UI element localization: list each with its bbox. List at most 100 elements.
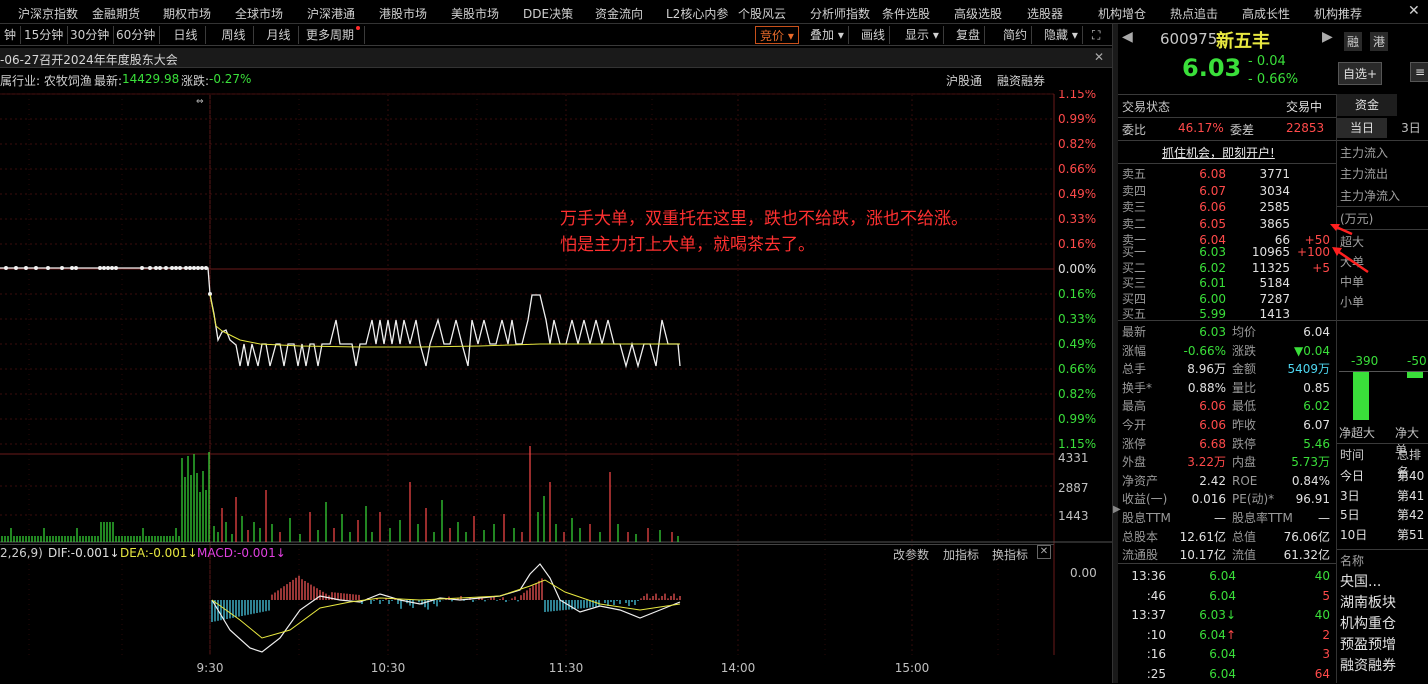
period-more[interactable]: 更多周期 xyxy=(302,26,366,44)
fullscreen-icon[interactable]: ⛶ xyxy=(1088,26,1104,44)
hide-label: 隐藏 xyxy=(1044,28,1069,42)
menu-item-options[interactable]: 期权市场 xyxy=(163,5,211,22)
close-macd-icon[interactable]: ✕ xyxy=(1037,545,1051,559)
margin-tag[interactable]: 融 xyxy=(1344,32,1363,51)
menu-item-stock-news[interactable]: 个股风云 xyxy=(738,5,786,22)
concept-tag[interactable]: 融资融券 xyxy=(1340,656,1396,676)
menu-item-recommend[interactable]: 机构推荐 xyxy=(1314,5,1362,22)
annotation-line-2: 怕是主力打上大单，就喝茶去了。 xyxy=(560,235,815,255)
annotation-arrows xyxy=(1330,224,1369,274)
more-button[interactable]: ≡ xyxy=(1410,62,1428,82)
hk-tag[interactable]: 港 xyxy=(1370,32,1389,51)
add-watch-button[interactable]: 自选+ xyxy=(1338,62,1383,85)
rank-value: 第42 xyxy=(1397,508,1425,522)
period-30min[interactable]: 30分钟 xyxy=(66,26,115,44)
period-week[interactable]: 周线 xyxy=(214,26,254,44)
price-axis-label: 0.33% xyxy=(1058,212,1096,226)
stat-value: — xyxy=(1214,511,1226,525)
next-stock-icon[interactable]: ▶ xyxy=(1322,29,1333,45)
divider xyxy=(1118,163,1336,164)
trade-dot xyxy=(140,266,144,270)
switch-indicator-button[interactable]: 换指标 xyxy=(992,546,1028,563)
news-text[interactable]: -06-27召开2024年年度股东大会 xyxy=(0,51,178,68)
menu-item-global[interactable]: 全球市场 xyxy=(235,5,283,22)
close-news-icon[interactable]: ✕ xyxy=(1094,50,1104,64)
new-dot-icon xyxy=(356,26,361,30)
industry-label[interactable]: 属行业: 农牧饲渔 xyxy=(0,72,92,89)
menu-item-analyst[interactable]: 分析师指数 xyxy=(810,5,870,22)
macd-params[interactable]: 2,26,9) xyxy=(0,546,43,560)
menu-item-inst-add[interactable]: 机构增仓 xyxy=(1098,5,1146,22)
menu-item-fundflow[interactable]: 资金流向 xyxy=(595,5,643,22)
stat-value: 76.06亿 xyxy=(1283,529,1330,544)
display-button[interactable]: 显示 ▾ xyxy=(901,26,944,44)
hgt-link[interactable]: 沪股通 xyxy=(946,72,982,89)
period-60min[interactable]: 60分钟 xyxy=(112,26,161,44)
rank-period: 5日 xyxy=(1340,508,1360,522)
wb-value: 46.17% xyxy=(1178,121,1224,135)
name-head: 名称 xyxy=(1340,554,1365,568)
volume-axis-labels: 4331 2887 1443 xyxy=(1058,451,1089,523)
concept-tag[interactable]: 央国... xyxy=(1340,572,1381,592)
average-line xyxy=(209,294,680,348)
macd-header: 2,26,9) DIF:-0.001↓ DEA:-0.001↓ MACD:-0.… xyxy=(0,544,1054,562)
stat-value: 12.61亿 xyxy=(1179,529,1226,544)
time-axis-label: 10:30 xyxy=(371,661,406,675)
menu-item-l2[interactable]: L2核心内参 xyxy=(666,5,728,22)
menu-item-screener[interactable]: 选股器 xyxy=(1027,5,1063,22)
stat-value: 6.02 xyxy=(1303,399,1330,414)
concept-tag[interactable]: 机构重仓 xyxy=(1340,614,1396,634)
replay-button[interactable]: 复盘 xyxy=(952,26,986,44)
menu-item-hk[interactable]: 港股市场 xyxy=(379,5,427,22)
trade-dot xyxy=(106,266,110,270)
menu-item-condition[interactable]: 条件选股 xyxy=(882,5,930,22)
menu-item-connect[interactable]: 沪深港通 xyxy=(307,5,355,22)
tick-volume: 3 xyxy=(1322,647,1330,661)
auction-button[interactable]: 竞价 ▾ xyxy=(755,26,799,44)
simple-button[interactable]: 简约 xyxy=(999,26,1033,44)
tick-time: 13:36 xyxy=(1131,569,1166,583)
price-axis-label: 1.15% xyxy=(1058,437,1096,451)
menu-item-advanced[interactable]: 高级选股 xyxy=(954,5,1002,22)
add-indicator-button[interactable]: 加指标 xyxy=(943,546,979,563)
divider xyxy=(1337,206,1428,207)
margin-link[interactable]: 融资融券 xyxy=(997,72,1045,89)
menu-item-us[interactable]: 美股市场 xyxy=(451,5,499,22)
price-line xyxy=(0,267,681,369)
period-day[interactable]: 日线 xyxy=(166,26,206,44)
menu-item-dde[interactable]: DDE决策 xyxy=(523,5,573,22)
trade-dot xyxy=(74,266,78,270)
fund-panel-top: 融 港 自选+ ≡ xyxy=(1336,24,1428,94)
menu-item-growth[interactable]: 高成长性 xyxy=(1242,5,1290,22)
trade-dot xyxy=(98,266,102,270)
change-params-button[interactable]: 改参数 xyxy=(893,546,929,563)
fund-tab[interactable]: 资金 xyxy=(1337,94,1397,116)
menu-item-indices[interactable]: 沪深京指数 xyxy=(18,5,78,22)
stat-value: 2.42 xyxy=(1199,473,1226,488)
stat-label: PE(动)* xyxy=(1232,492,1275,507)
net-super-value: -390 xyxy=(1351,354,1379,368)
divider xyxy=(1339,371,1428,372)
rank-period: 3日 xyxy=(1340,488,1360,503)
fund-3d-tab[interactable]: 3日 xyxy=(1393,118,1428,138)
price-axis-label: 0.66% xyxy=(1058,362,1096,376)
overlay-button[interactable]: 叠加 ▾ xyxy=(806,26,849,44)
price-axis-label: 0.00% xyxy=(1058,262,1096,276)
prev-stock-icon[interactable]: ◀ xyxy=(1122,29,1133,45)
tick-volume: 2 xyxy=(1322,627,1330,642)
hide-button[interactable]: 隐藏 ▾ xyxy=(1040,26,1083,44)
divider xyxy=(1118,94,1336,95)
concept-tag[interactable]: 湖南板块 xyxy=(1340,593,1396,613)
menu-item-futures[interactable]: 金融期货 xyxy=(92,5,140,22)
draw-button[interactable]: 画线 xyxy=(857,26,891,44)
period-15min[interactable]: 15分钟 xyxy=(20,26,69,44)
price-axis-label: 0.99% xyxy=(1058,412,1096,426)
intraday-chart[interactable]: ⇔ 1.15% 0.99% 0.82% 0.66% 0.49% 0.33% 0.16% 0.0… xyxy=(0,90,1112,683)
menu-close-icon[interactable]: ✕ xyxy=(1408,3,1420,19)
period-1min[interactable]: 钟 xyxy=(0,26,22,44)
concept-tag[interactable]: 预盈预增 xyxy=(1340,635,1396,655)
fund-today-tab[interactable]: 当日 xyxy=(1337,118,1387,138)
period-month[interactable]: 月线 xyxy=(259,26,299,44)
open-account-link[interactable]: 抓住机会，即刻开户! xyxy=(1162,144,1275,161)
menu-item-hot[interactable]: 热点追击 xyxy=(1170,5,1218,22)
